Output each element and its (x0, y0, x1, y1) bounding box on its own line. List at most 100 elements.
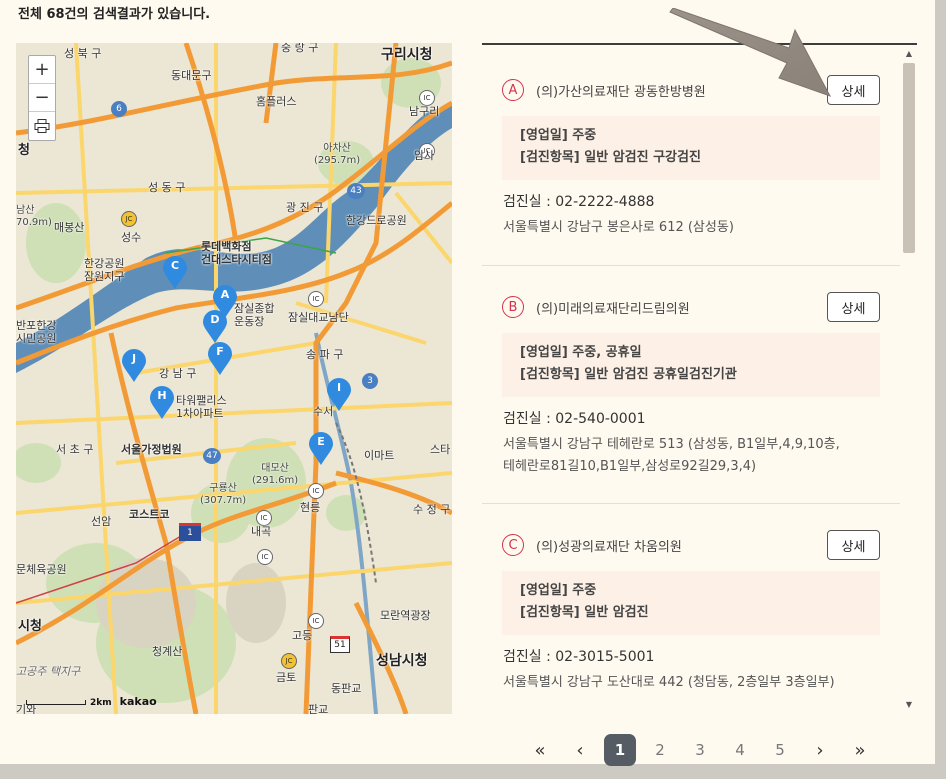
print-map-button[interactable] (29, 112, 55, 140)
checkup-items: [검진항목] 일반 암검진 (520, 605, 649, 620)
address: 서울특별시 강남구 도산대로 442 (청담동, 2층일부 3층일부) (503, 675, 835, 690)
jc-badge: JC (281, 653, 297, 669)
map-marker-j[interactable]: J (121, 349, 147, 383)
result-list: A (의)가산의료재단 광동한방병원 상세 [영업일] 주중 [검진항목] 일반… (482, 43, 917, 714)
road-shield-43: 43 (347, 183, 365, 199)
business-days: [영업일] 주중 (520, 583, 597, 598)
list-item: C (의)성광의료재단 차움의원 상세 [영업일] 주중 [검진항목] 일반 암… (482, 504, 900, 714)
map-label: 성 북 구 (64, 47, 102, 60)
hospital-name: (의)미래의료재단리드림의원 (536, 301, 690, 317)
map-marker-e[interactable]: E (308, 432, 334, 466)
info-box: [영업일] 주중, 공휴일 [검진항목] 일반 암검진 공휴일검진기관 (502, 333, 880, 397)
map-label: 잠실종합 운동장 (234, 302, 275, 329)
map-label: 코스트코 (129, 508, 170, 521)
map-label: 송 파 구 (306, 348, 344, 361)
map-marker-c[interactable]: C (162, 256, 188, 290)
item-header: C (의)성광의료재단 차움의원 (502, 530, 682, 560)
pagination: « ‹ 1 2 3 4 5 › » (520, 734, 880, 766)
map-label: 홈플러스 (256, 95, 297, 108)
last-page-button[interactable]: » (840, 735, 880, 765)
map-label: 모란역광장 (380, 609, 431, 622)
map-label: 광 진 구 (286, 201, 324, 214)
prev-page-button[interactable]: ‹ (560, 735, 600, 765)
page-4-button[interactable]: 4 (720, 735, 760, 765)
next-page-button[interactable]: › (800, 735, 840, 765)
map-marker-h[interactable]: H (149, 386, 175, 420)
phone-number: 검진실 : 02-540-0001 (503, 411, 646, 427)
map-scale: 2km kakao (26, 695, 157, 708)
map-label: 청 (18, 143, 30, 158)
zoom-out-button[interactable]: − (29, 84, 55, 112)
first-page-button[interactable]: « (520, 735, 560, 765)
map-label: 동판교 (331, 682, 362, 695)
map-label: 고등 (292, 629, 313, 642)
checkup-items: [검진항목] 일반 암검진 공휴일검진기관 (520, 367, 737, 382)
page-number: 1 (604, 734, 636, 766)
map-label: 성수 (121, 231, 142, 244)
map-marker-i[interactable]: I (326, 378, 352, 412)
map-label: 남산 70.9m) (16, 205, 52, 228)
page-2-button[interactable]: 2 (640, 735, 680, 765)
map-label: 구룡산 (307.7m) (200, 483, 247, 506)
scale-bar (26, 699, 86, 705)
map-label: 구리시청 (381, 47, 433, 63)
map-marker-f[interactable]: F (207, 342, 233, 376)
map-controls: + − (28, 55, 56, 141)
map-label: 고공주 택지구 (16, 665, 81, 678)
annotation-arrow-icon (669, 8, 832, 97)
scroll-up-icon[interactable]: ▲ (903, 49, 915, 58)
info-box: [영업일] 주중 [검진항목] 일반 암검진 (502, 571, 880, 635)
printer-icon (34, 119, 50, 133)
scale-distance: 2km (90, 698, 112, 708)
map-label: 판교 (308, 703, 329, 714)
map-label: 스타 (430, 443, 451, 456)
road-shield-51: 51 (330, 636, 350, 653)
road-shield-3: 3 (362, 373, 378, 389)
address: 서울특별시 강남구 테헤란로 513 (삼성동, B1일부,4,9,10층, 테… (503, 437, 840, 474)
map[interactable]: 6 43 3 47 1 51 IC IC IC IC IC IC IC JC J… (16, 43, 452, 714)
page-1-button[interactable]: 1 (600, 734, 640, 766)
page-5-button[interactable]: 5 (760, 735, 800, 765)
map-label: 내곡 (251, 525, 272, 538)
business-days: [영업일] 주중 (520, 128, 597, 143)
map-label: 청계산 (152, 645, 183, 658)
map-label: 성남시청 (376, 653, 428, 669)
zoom-in-button[interactable]: + (29, 56, 55, 84)
map-label: 남구리 (409, 105, 440, 118)
ic-badge: IC (256, 510, 272, 526)
ic-badge: IC (308, 483, 324, 499)
map-label: 시청 (18, 619, 42, 634)
map-label: 잠실대교남단 (288, 311, 349, 324)
map-label: 한강드로공원 (346, 214, 407, 227)
phone-number: 검진실 : 02-3015-5001 (503, 649, 655, 665)
page: 전체 68건의 검색결과가 있습니다. 6 43 3 47 1 51 IC IC… (0, 0, 935, 766)
jc-badge: JC (121, 211, 137, 227)
item-header: B (의)미래의료재단리드림의원 (502, 292, 690, 322)
map-label: 서울가정법원 (121, 443, 182, 456)
map-label: 한강공원 잠원지구 (84, 257, 125, 284)
map-label: 아차산 (295.7m) (314, 143, 361, 166)
ic-badge: IC (308, 613, 324, 629)
map-label: 동대문구 (171, 69, 212, 82)
hospital-name: (의)성광의료재단 차움의원 (536, 539, 682, 555)
road-shield-6: 6 (111, 101, 127, 117)
map-label: 이마트 (364, 449, 395, 462)
page-3-button[interactable]: 3 (680, 735, 720, 765)
marker-letter-badge: A (502, 79, 524, 101)
map-label: 강 남 구 (159, 367, 197, 380)
marker-letter-badge: B (502, 296, 524, 318)
marker-letter-badge: C (502, 534, 524, 556)
map-label: 중 랑 구 (281, 43, 319, 54)
map-label: 금토 (276, 671, 297, 684)
kakao-logo: kakao (119, 695, 157, 708)
detail-button[interactable]: 상세 (827, 292, 880, 322)
map-marker-d[interactable]: D (202, 310, 228, 344)
map-label: 롯데백화점 건대스타시티점 (201, 240, 272, 267)
detail-button[interactable]: 상세 (827, 530, 880, 560)
scrollbar-thumb[interactable] (903, 63, 915, 253)
checkup-items: [검진항목] 일반 암검진 구강검진 (520, 150, 701, 165)
scroll-down-icon[interactable]: ▼ (903, 700, 915, 709)
info-box: [영업일] 주중 [검진항목] 일반 암검진 구강검진 (502, 116, 880, 180)
map-label: 성 동 구 (148, 181, 186, 194)
road-shield-1: 1 (179, 523, 201, 541)
